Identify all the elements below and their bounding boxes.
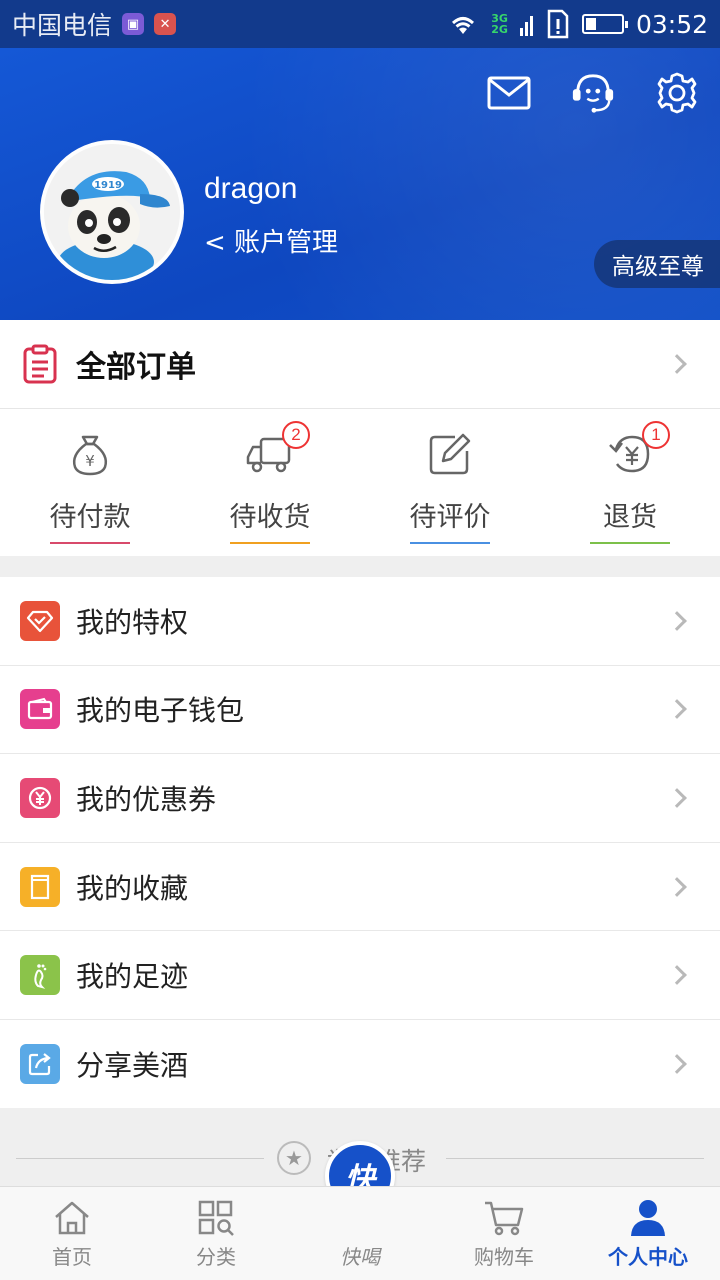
chevron-right-icon [667, 699, 687, 720]
tab-label: 分类 [196, 1245, 236, 1269]
customer-service-icon[interactable] [570, 70, 616, 116]
star-icon: ★ [277, 1141, 311, 1175]
clock: 03:52 [635, 9, 708, 39]
menu-item-label: 分享美酒 [76, 1049, 189, 1083]
order-status-pending-payment[interactable]: ¥ 待付款 [0, 409, 180, 556]
all-orders-row[interactable]: 全部订单 [0, 320, 720, 409]
menu-item-wallet[interactable]: 我的电子钱包 [0, 666, 720, 755]
chevron-right-icon [667, 876, 687, 897]
return-icon: 1 [600, 421, 670, 479]
returns-count-badge: 1 [642, 421, 670, 449]
status-underline [590, 542, 670, 544]
order-status-pending-review[interactable]: 待评价 [360, 409, 540, 556]
divider-line [16, 1158, 264, 1159]
menu-item-label: 我的足迹 [76, 960, 189, 994]
menu-item-label: 我的优惠券 [76, 782, 217, 816]
edit-review-icon [420, 429, 480, 479]
profile-icon [631, 1200, 665, 1236]
status-label: 待收货 [229, 502, 311, 533]
delivery-truck-icon: 2 [240, 421, 310, 479]
status-label: 待付款 [49, 502, 131, 533]
chevron-right-icon [667, 965, 687, 986]
battery-icon [581, 14, 628, 34]
money-bag-icon: ¥ [60, 429, 120, 479]
sim-alert-icon [547, 9, 569, 39]
tab-quick-drink[interactable]: 快喝 [288, 1187, 432, 1280]
status-label: 待评价 [409, 502, 491, 533]
status-underline [230, 542, 310, 544]
app-notification-icon: ✕ [154, 13, 177, 35]
footprint-icon [20, 955, 60, 996]
order-status-returns[interactable]: 1 退货 [540, 409, 720, 556]
account-management-link[interactable]: < 账户管理 [204, 222, 338, 259]
coupon-icon [20, 777, 60, 818]
profile-header: 1919 dragon < 账户管理 高级至尊 [0, 48, 720, 320]
bottom-tab-bar: 首页 分类 快喝 购物车 个人中心 [0, 1186, 720, 1280]
gallery-notification-icon: ▣ [122, 13, 145, 35]
chevron-right-icon [667, 354, 687, 374]
carrier-name: 中国电信 [12, 11, 113, 40]
menu-item-label: 我的特权 [76, 605, 189, 639]
wallet-icon [20, 689, 60, 730]
status-label: 退货 [603, 502, 657, 533]
avatar[interactable]: 1919 [40, 140, 184, 284]
order-list-icon [23, 344, 57, 384]
menu-item-footprints[interactable]: 我的足迹 [0, 931, 720, 1020]
header-actions [486, 70, 700, 116]
share-icon [20, 1044, 60, 1085]
status-underline [50, 542, 130, 544]
menu-item-coupons[interactable]: 我的优惠券 [0, 754, 720, 843]
svg-text:1919: 1919 [94, 180, 122, 191]
home-icon [55, 1201, 89, 1235]
order-status-pending-receipt[interactable]: 2 待收货 [180, 409, 360, 556]
status-bar: 中国电信 ▣ ✕ 3G 2G 03:52 [0, 0, 720, 48]
favorites-icon [20, 866, 60, 907]
tab-label: 首页 [52, 1245, 92, 1269]
account-menu: 我的特权 我的电子钱包 我的优惠券 我的收藏 我的足迹 分享美酒 [0, 577, 720, 1109]
tab-label: 个人中心 [608, 1245, 688, 1269]
tab-label: 购物车 [474, 1245, 534, 1269]
order-status-grid: ¥ 待付款 2 待收货 待评价 1 退货 [0, 409, 720, 556]
chevron-right-icon [667, 1054, 687, 1075]
status-underline [410, 542, 490, 544]
tab-home[interactable]: 首页 [0, 1187, 144, 1280]
all-orders-title: 全部订单 [76, 350, 196, 385]
tab-cart[interactable]: 购物车 [432, 1187, 576, 1280]
svg-text:¥: ¥ [85, 452, 95, 470]
cart-icon [485, 1201, 524, 1236]
menu-item-favorites[interactable]: 我的收藏 [0, 843, 720, 932]
chevron-right-icon [667, 788, 687, 808]
pending-receipt-count-badge: 2 [282, 421, 310, 449]
menu-item-privilege[interactable]: 我的特权 [0, 577, 720, 666]
category-icon [198, 1200, 234, 1236]
wifi-icon [452, 17, 475, 34]
menu-item-share[interactable]: 分享美酒 [0, 1020, 720, 1109]
tab-profile[interactable]: 个人中心 [576, 1187, 720, 1280]
divider-line [446, 1158, 704, 1159]
settings-icon[interactable] [654, 70, 700, 116]
menu-item-label: 我的收藏 [76, 871, 189, 905]
mail-icon[interactable] [486, 70, 532, 116]
signal-icon [519, 16, 533, 36]
tab-category[interactable]: 分类 [144, 1187, 288, 1280]
network-type: 3G 2G [491, 12, 508, 36]
privilege-icon [20, 600, 60, 641]
tab-label: 快喝 [340, 1245, 380, 1269]
username: dragon [204, 172, 298, 205]
menu-item-label: 我的电子钱包 [76, 694, 245, 728]
membership-level-badge[interactable]: 高级至尊 [594, 240, 720, 288]
chevron-right-icon [667, 610, 687, 631]
